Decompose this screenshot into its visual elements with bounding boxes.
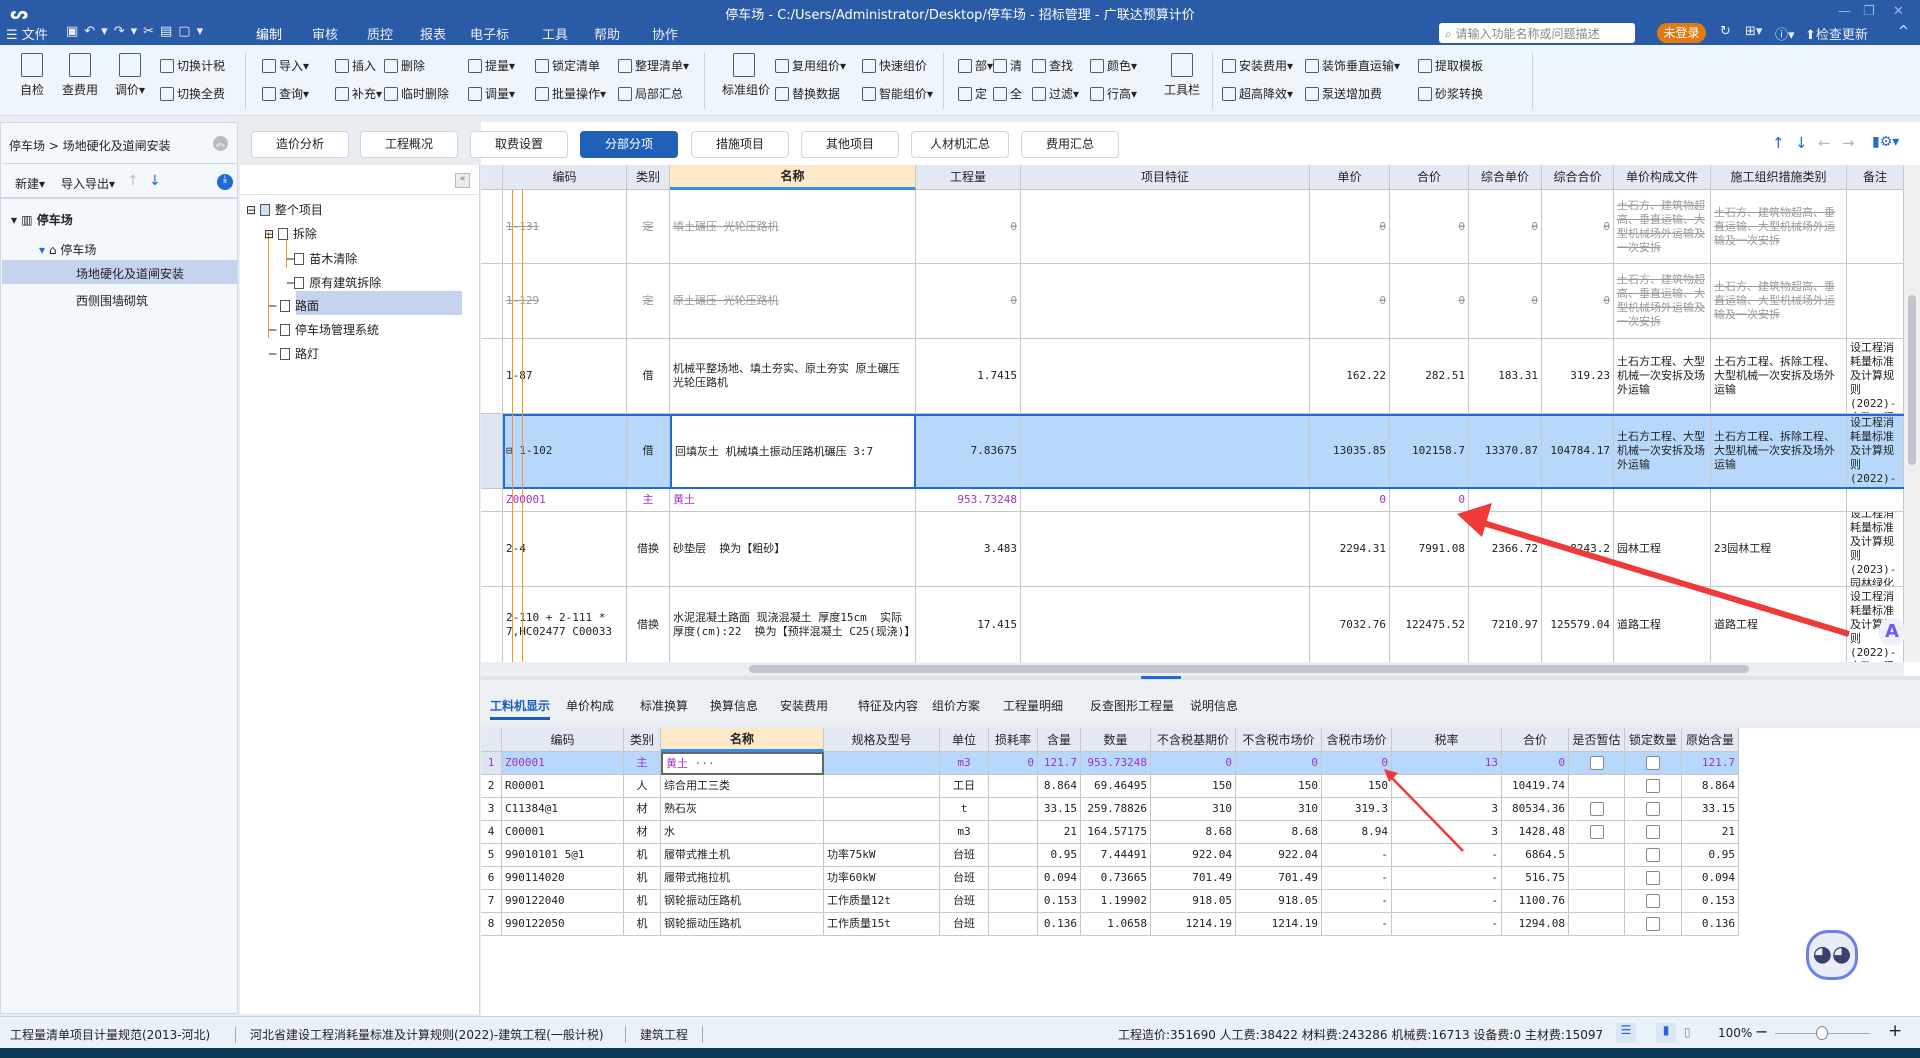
- status-spec: 工程量清单项目计量规范(2013-河北): [10, 1028, 211, 1042]
- tab-2[interactable]: 取费设置: [470, 131, 568, 158]
- bottom-tab-9[interactable]: 说明信息: [1190, 697, 1238, 714]
- tab-1[interactable]: 工程概况: [360, 131, 458, 158]
- bottom-tab-5[interactable]: 特征及内容: [858, 697, 918, 714]
- red-arrow-icon: [1384, 769, 1464, 852]
- robot-assistant-icon[interactable]: ◕◕: [1806, 930, 1858, 980]
- tab-0[interactable]: 造价分析: [251, 131, 349, 158]
- zoom-level: 100%: [1718, 1026, 1753, 1040]
- assistant-icon[interactable]: A: [1878, 618, 1906, 646]
- status-rule: 河北省建设工程消耗量标准及计算规则(2022)-建筑工程(一般计税): [235, 1026, 604, 1043]
- taskbar: [0, 1048, 1920, 1058]
- annotation-arrows: [1384, 503, 1850, 852]
- tab-5[interactable]: 其他项目: [801, 131, 899, 158]
- zoom-in-button[interactable]: +: [1888, 1021, 1902, 1041]
- bottom-tab-0[interactable]: 工料机显示: [490, 697, 551, 720]
- bottom-tab-8[interactable]: 反查图形工程量: [1090, 697, 1174, 714]
- layout-icon[interactable]: ☰: [1616, 1023, 1636, 1043]
- bottom-tab-6[interactable]: 组价方案: [932, 697, 980, 714]
- bottom-tab-1[interactable]: 单价构成: [566, 697, 614, 714]
- bottom-tab-4[interactable]: 安装费用: [780, 697, 828, 714]
- status-bar: 工程量清单项目计量规范(2013-河北) 河北省建设工程消耗量标准及计算规则(2…: [0, 1016, 1920, 1048]
- bottom-tab-7[interactable]: 工程量明细: [1003, 697, 1063, 714]
- zoom-slider-thumb[interactable]: [1816, 1026, 1828, 1040]
- view-split-icon[interactable]: ▯: [1684, 1025, 1691, 1039]
- tab-6[interactable]: 人材机汇总: [911, 131, 1009, 158]
- bottom-tab-3[interactable]: 换算信息: [710, 697, 758, 714]
- bottom-tab-2[interactable]: 标准换算: [640, 697, 688, 714]
- tab-7[interactable]: 费用汇总: [1021, 131, 1119, 158]
- status-totals: 工程造价:351690 人工费:38422 材料费:243286 机械费:167…: [1118, 1028, 1604, 1042]
- tab-3[interactable]: 分部分项: [580, 131, 678, 158]
- red-arrow-icon: [1457, 503, 1850, 637]
- zoom-out-button[interactable]: −: [1755, 1022, 1768, 1041]
- status-type: 建筑工程: [625, 1026, 704, 1043]
- view-single-icon[interactable]: ▮: [1656, 1023, 1676, 1043]
- tab-4[interactable]: 措施项目: [691, 131, 789, 158]
